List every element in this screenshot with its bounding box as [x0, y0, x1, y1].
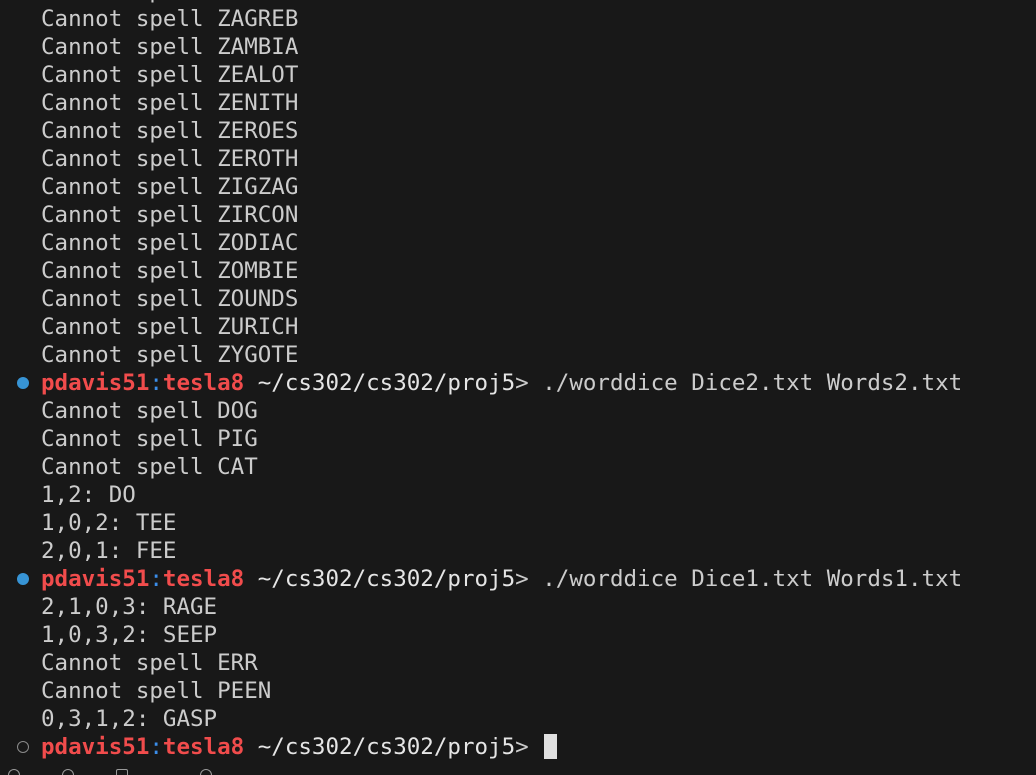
terminal-output-line: Cannot spell ZEALOT [41, 62, 299, 88]
prompt-user: pdavis51 [41, 734, 150, 760]
prompt-symbol: > [515, 566, 529, 592]
terminal-buffer: Cannot spell ZAGREBCannot spell ZAGREBCa… [0, 0, 1036, 761]
prompt-host: tesla8 [162, 566, 245, 592]
terminal-output-line: 1,2: DO [41, 482, 136, 508]
terminal-output-line: 0,3,1,2: GASP [41, 706, 218, 732]
prompt-cwd: ~/cs302/cs302/proj5 [257, 566, 516, 592]
prompt-user: pdavis51 [41, 370, 150, 396]
terminal-output-line: Cannot spell ZEROES [41, 118, 299, 144]
terminal-output-line: Cannot spell PIG [41, 426, 258, 452]
terminal-output-line: Cannot spell CAT [41, 454, 258, 480]
terminal-output-line: Cannot spell ZOUNDS [41, 286, 299, 312]
prompt-symbol: > [515, 734, 529, 760]
terminal-output-line: Cannot spell ZURICH [41, 314, 299, 340]
command-success-decoration-icon[interactable] [17, 377, 29, 389]
command-success-decoration-icon[interactable] [17, 573, 29, 585]
terminal-output-line: 2,1,0,3: RAGE [41, 594, 218, 620]
terminal-output-line: Cannot spell ZAMBIA [41, 34, 299, 60]
status-bell-icon [200, 769, 212, 775]
command-text: ./worddice Dice1.txt Words1.txt [542, 566, 963, 592]
prompt-host: tesla8 [162, 734, 245, 760]
prompt-host: tesla8 [162, 370, 245, 396]
terminal-output-line: Cannot spell ZODIAC [41, 230, 299, 256]
prompt-separator: : [149, 370, 163, 396]
prompt-cwd: ~/cs302/cs302/proj5 [257, 734, 516, 760]
terminal-prompt-line: pdavis51:tesla8 ~/cs302/cs302/proj5> ./w… [0, 565, 1036, 593]
terminal-prompt-line: pdavis51:tesla8 ~/cs302/cs302/proj5> [0, 733, 1036, 761]
terminal-output-line: Cannot spell ERR [41, 650, 258, 676]
terminal-output-line: Cannot spell DOG [41, 398, 258, 424]
terminal-output-line: Cannot spell ZIRCON [41, 202, 299, 228]
terminal-output-line: 2,0,1: FEE [41, 538, 177, 564]
terminal-output-line: Cannot spell ZOMBIE [41, 258, 299, 284]
prompt-user: pdavis51 [41, 566, 150, 592]
terminal-output-line: Cannot spell ZYGOTE [41, 342, 299, 368]
terminal-prompt-line: pdavis51:tesla8 ~/cs302/cs302/proj5> ./w… [0, 369, 1036, 397]
prompt-separator: : [149, 566, 163, 592]
command-pending-decoration-icon[interactable] [17, 741, 29, 753]
terminal-output-line: Cannot spell ZAGREB [41, 6, 299, 32]
status-info-icon [62, 769, 74, 775]
prompt-separator: : [149, 734, 163, 760]
status-warning-icon [116, 769, 128, 775]
prompt-cwd: ~/cs302/cs302/proj5 [257, 370, 516, 396]
terminal-output-line: 1,0,2: TEE [41, 510, 177, 536]
terminal-output-line: 1,0,3,2: SEEP [41, 622, 218, 648]
terminal-output-line: Cannot spell ZIGZAG [41, 174, 299, 200]
prompt-symbol: > [515, 370, 529, 396]
terminal-cursor[interactable] [544, 734, 558, 759]
status-circle-icon [8, 769, 20, 775]
terminal-output-line: Cannot spell ZENITH [41, 90, 299, 116]
terminal-panel[interactable]: Cannot spell ZAGREBCannot spell ZAGREBCa… [0, 0, 1036, 775]
terminal-output-line: Cannot spell ZEROTH [41, 146, 299, 172]
terminal-output-line: Cannot spell PEEN [41, 678, 272, 704]
command-text: ./worddice Dice2.txt Words2.txt [542, 370, 963, 396]
status-bar [0, 768, 1036, 775]
